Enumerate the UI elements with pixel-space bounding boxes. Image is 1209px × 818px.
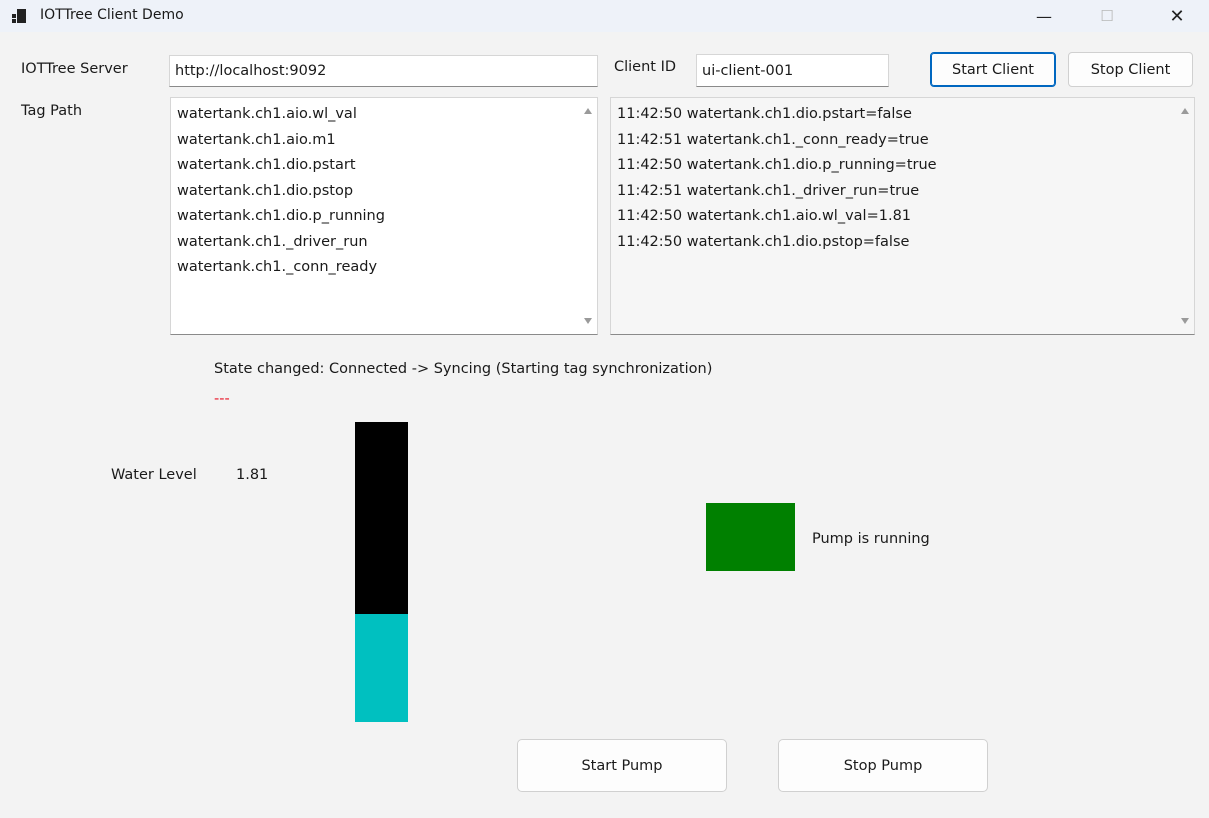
scroll-down-icon[interactable] — [584, 318, 592, 324]
pump-status-text: Pump is running — [812, 531, 930, 547]
app-icon — [12, 9, 26, 23]
tag-path-label: Tag Path — [21, 103, 83, 119]
error-text: --- — [214, 391, 230, 407]
tag-path-line: watertank.ch1.aio.wl_val — [177, 106, 357, 122]
close-icon: ✕ — [1169, 5, 1185, 27]
tag-log-textarea[interactable]: 11:42:50 watertank.ch1.dio.pstart=false … — [610, 97, 1195, 335]
tag-path-line: watertank.ch1._conn_ready — [177, 259, 378, 275]
tag-path-scrollbar[interactable] — [579, 98, 597, 334]
maximize-icon: ☐ — [1100, 7, 1114, 25]
server-label: IOTTree Server — [21, 61, 128, 77]
minimize-button[interactable]: — — [1021, 0, 1067, 32]
water-tank-gauge — [355, 422, 408, 722]
window-title: IOTTree Client Demo — [40, 7, 184, 23]
tag-path-line: watertank.ch1.dio.p_running — [177, 208, 385, 224]
tag-path-textarea[interactable]: watertank.ch1.aio.wl_val watertank.ch1.a… — [170, 97, 598, 335]
client-id-label: Client ID — [614, 59, 677, 75]
start-pump-label: Start Pump — [581, 757, 663, 774]
scroll-up-icon[interactable] — [584, 108, 592, 114]
minimize-icon: — — [1036, 6, 1052, 26]
tag-path-lines: watertank.ch1.aio.wl_val watertank.ch1.a… — [177, 102, 385, 281]
stop-client-button[interactable]: Stop Client — [1068, 52, 1193, 87]
tag-path-line: watertank.ch1._driver_run — [177, 233, 368, 250]
start-client-button[interactable]: Start Client — [930, 52, 1056, 87]
tag-log-line: 11:42:50 watertank.ch1.dio.p_running=tru… — [617, 157, 937, 173]
tag-log-line: 11:42:50 watertank.ch1.dio.pstop=false — [617, 233, 910, 250]
state-status-text: State changed: Connected -> Syncing (Sta… — [214, 361, 713, 377]
water-level-label: Water Level — [111, 467, 197, 483]
tag-path-line: watertank.ch1.dio.pstart — [177, 157, 356, 173]
stop-pump-button[interactable]: Stop Pump — [778, 739, 988, 792]
tag-log-lines: 11:42:50 watertank.ch1.dio.pstart=false … — [617, 102, 937, 255]
scroll-down-icon[interactable] — [1181, 318, 1189, 324]
maximize-button[interactable]: ☐ — [1084, 0, 1130, 32]
start-client-label: Start Client — [951, 61, 1034, 78]
tag-path-line: watertank.ch1.dio.pstop — [177, 182, 354, 199]
tag-log-scrollbar[interactable] — [1176, 98, 1194, 334]
water-level-value: 1.81 — [236, 467, 269, 483]
start-pump-button[interactable]: Start Pump — [517, 739, 727, 792]
server-url-input[interactable] — [169, 55, 598, 87]
tag-log-line: 11:42:51 watertank.ch1._conn_ready=true — [617, 131, 929, 148]
stop-pump-label: Stop Pump — [843, 757, 923, 774]
tag-log-line: 11:42:50 watertank.ch1.dio.pstart=false — [617, 106, 912, 122]
title-bar[interactable]: IOTTree Client Demo — ☐ ✕ — [0, 0, 1209, 32]
tag-path-line: watertank.ch1.aio.m1 — [177, 131, 336, 148]
tag-log-line: 11:42:51 watertank.ch1._driver_run=true — [617, 182, 920, 199]
tag-log-line: 11:42:50 watertank.ch1.aio.wl_val=1.81 — [617, 208, 912, 224]
scroll-up-icon[interactable] — [1181, 108, 1189, 114]
client-id-input[interactable] — [696, 54, 889, 87]
close-button[interactable]: ✕ — [1154, 0, 1200, 32]
pump-status-indicator — [706, 503, 795, 571]
stop-client-label: Stop Client — [1090, 61, 1171, 78]
water-tank-fill — [355, 614, 408, 722]
